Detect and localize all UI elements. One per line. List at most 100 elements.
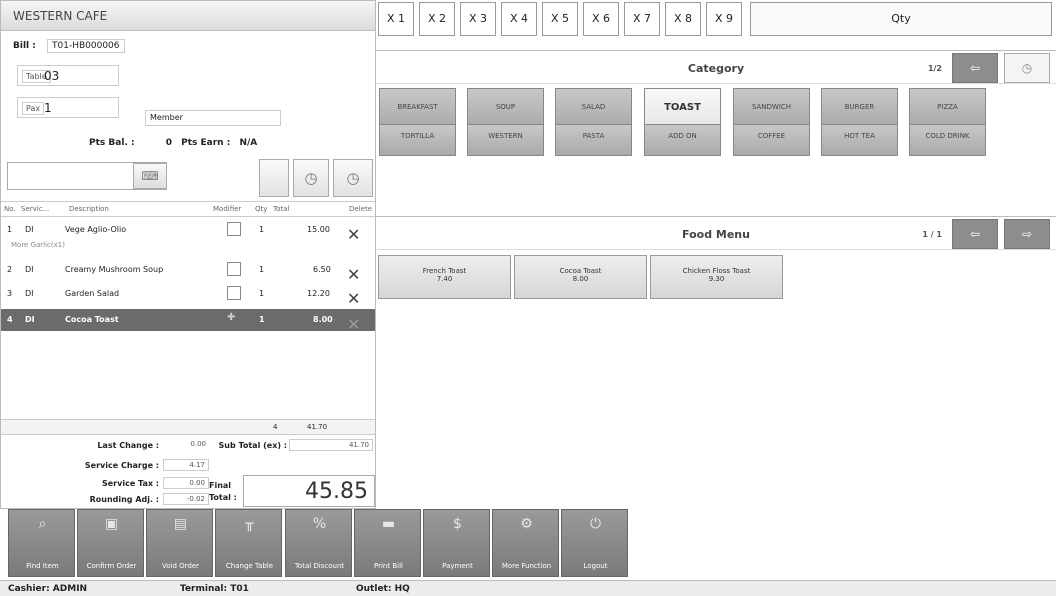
total-discount-button[interactable]: % Total Discount — [285, 509, 352, 577]
food-item-button[interactable]: French Toast 7.40 — [378, 255, 511, 299]
food-item-button[interactable]: Chicken Floss Toast 9.30 — [650, 255, 783, 299]
category-add-on[interactable]: ADD ON — [644, 124, 721, 156]
clock-icon[interactable]: ◷ — [293, 159, 329, 197]
category-hot-tea[interactable]: HOT TEA — [821, 124, 898, 156]
total-label: Total : — [209, 493, 237, 502]
percent-icon: % — [312, 516, 327, 532]
row-total: 6.50 — [313, 265, 331, 274]
find-item-button[interactable]: ⌕ Find Item — [8, 509, 75, 577]
prev-page-icon[interactable]: ⇦ — [952, 219, 998, 249]
multiplier-x1-button[interactable]: X 1 — [378, 2, 414, 36]
order-row-selected[interactable]: 4 DI Cocoa Toast ✚ 1 8.00 ✕ — [1, 309, 375, 334]
service-charge-value: 4.17 — [163, 459, 209, 471]
member-field[interactable]: Member — [145, 110, 281, 126]
order-row[interactable]: 3 DI Garden Salad 1 12.20 ✕ — [1, 283, 375, 308]
total-discount-label: Total Discount — [294, 562, 345, 570]
bill-number: T01-HB000006 — [47, 39, 125, 53]
pax-field[interactable]: Pax 1 — [17, 97, 119, 118]
category-toast[interactable]: TOAST — [644, 88, 721, 129]
category-western[interactable]: WESTERN — [467, 124, 544, 156]
category-coffee[interactable]: COFFEE — [733, 124, 810, 156]
logout-button[interactable]: ⏻ Logout — [561, 509, 628, 577]
category-page: 1/2 — [927, 64, 942, 73]
printer-icon: ▬ — [381, 516, 396, 532]
food-item-name: Chicken Floss Toast — [682, 267, 751, 275]
final-total-value: 45.85 — [243, 475, 375, 507]
keyboard-icon[interactable]: ⌨ — [133, 163, 167, 189]
add-modifier-icon[interactable] — [227, 262, 241, 276]
col-qty: Qty — [255, 205, 268, 213]
category-tortilla[interactable]: TORTILLA — [379, 124, 456, 156]
col-modifier: Modifier — [213, 205, 242, 213]
food-item-price: 8.00 — [572, 275, 589, 283]
category-soup[interactable]: SOUP — [467, 88, 544, 129]
order-grid-header: No. Servic... Description Modifier Qty T… — [1, 201, 375, 217]
delete-icon[interactable]: ✕ — [347, 315, 360, 334]
category-header: Category 1/2 ⇦ ◷ — [376, 50, 1056, 84]
subtotal-label: Sub Total (ex) : — [218, 441, 288, 450]
find-item-label: Find Item — [26, 562, 59, 570]
prev-page-icon[interactable]: ⇦ — [952, 53, 998, 83]
category-burger[interactable]: BURGER — [821, 88, 898, 129]
multiplier-x2-button[interactable]: X 2 — [419, 2, 455, 36]
delete-icon[interactable]: ✕ — [347, 265, 360, 284]
print-bill-button[interactable]: ▬ Print Bill — [354, 509, 421, 577]
more-function-button[interactable]: ⚙ More Function — [492, 509, 559, 577]
row-no: 3 — [7, 289, 13, 298]
total-amount: 41.70 — [307, 423, 328, 431]
qty-multiplier-bar: X 1 X 2 X 3 X 4 X 5 X 6 X 7 X 8 X 9 Qty — [378, 2, 1056, 36]
app-title: WESTERN CAFE — [1, 1, 375, 31]
service-tax-value: 0.00 — [163, 477, 209, 489]
multiplier-x9-button[interactable]: X 9 — [706, 2, 742, 36]
bill-info: Bill : T01-HB000006 — [13, 39, 125, 53]
add-modifier-icon[interactable] — [227, 286, 241, 300]
food-item-name: Cocoa Toast — [559, 267, 602, 275]
delete-icon[interactable]: ✕ — [347, 289, 360, 308]
category-breakfast[interactable]: BREAKFAST — [379, 88, 456, 129]
multiplier-x4-button[interactable]: X 4 — [501, 2, 537, 36]
qty-button[interactable]: Qty — [750, 2, 1052, 36]
print-bill-label: Print Bill — [374, 562, 403, 570]
multiplier-x5-button[interactable]: X 5 — [542, 2, 578, 36]
total-qty: 4 — [273, 423, 278, 431]
multiplier-x8-button[interactable]: X 8 — [665, 2, 701, 36]
next-page-icon[interactable]: ⇨ — [1004, 219, 1050, 249]
table-field[interactable]: Table 03 — [17, 65, 119, 86]
category-pizza[interactable]: PIZZA — [909, 88, 986, 129]
delete-icon[interactable]: ✕ — [347, 225, 360, 244]
add-modifier-icon[interactable] — [227, 222, 241, 236]
refresh-icon[interactable]: ◷ — [1004, 53, 1050, 83]
row-total: 12.20 — [307, 289, 330, 298]
food-item-button[interactable]: Cocoa Toast 8.00 — [514, 255, 647, 299]
category-sandwich[interactable]: SANDWICH — [733, 88, 810, 129]
change-table-button[interactable]: ╥ Change Table — [215, 509, 282, 577]
multiplier-x7-button[interactable]: X 7 — [624, 2, 660, 36]
void-order-label: Void Order — [161, 562, 200, 570]
confirm-order-button[interactable]: ▣ Confirm Order — [77, 509, 144, 577]
points-balance-label: Pts Bal. : — [89, 138, 135, 148]
status-bar: Cashier: ADMIN Terminal: T01 Outlet: HQ — [0, 580, 1056, 596]
table-icon: ╥ — [245, 516, 254, 532]
row-description: Cocoa Toast — [65, 315, 119, 324]
service-charge-label: Service Charge : — [84, 461, 159, 470]
row-service: DI — [25, 265, 34, 274]
order-row[interactable]: 1 DI Vege Aglio-Olio 1 15.00 ✕ — [1, 219, 375, 244]
order-row[interactable]: 2 DI Creamy Mushroom Soup 1 6.50 ✕ — [1, 259, 375, 284]
category-pasta[interactable]: PASTA — [555, 124, 632, 156]
pax-value: 1 — [44, 101, 52, 115]
multiplier-x6-button[interactable]: X 6 — [583, 2, 619, 36]
row-no: 1 — [7, 225, 13, 234]
category-salad[interactable]: SALAD — [555, 88, 632, 129]
change-table-label: Change Table — [225, 562, 274, 570]
add-modifier-icon[interactable]: ✚ — [227, 312, 241, 326]
col-service: Servic... — [21, 205, 50, 213]
multiplier-x3-button[interactable]: X 3 — [460, 2, 496, 36]
payment-button[interactable]: $ Payment — [423, 509, 490, 577]
pax-label: Pax — [22, 102, 45, 115]
category-cold-drink[interactable]: COLD DRINK — [909, 124, 986, 156]
void-order-button[interactable]: ▤ Void Order — [146, 509, 213, 577]
clock-icon[interactable]: ◷ — [333, 159, 373, 197]
blank-button[interactable] — [259, 159, 289, 197]
order-totals-row: 4 41.70 — [1, 419, 375, 435]
order-panel: WESTERN CAFE Bill : T01-HB000006 Table 0… — [0, 0, 376, 509]
